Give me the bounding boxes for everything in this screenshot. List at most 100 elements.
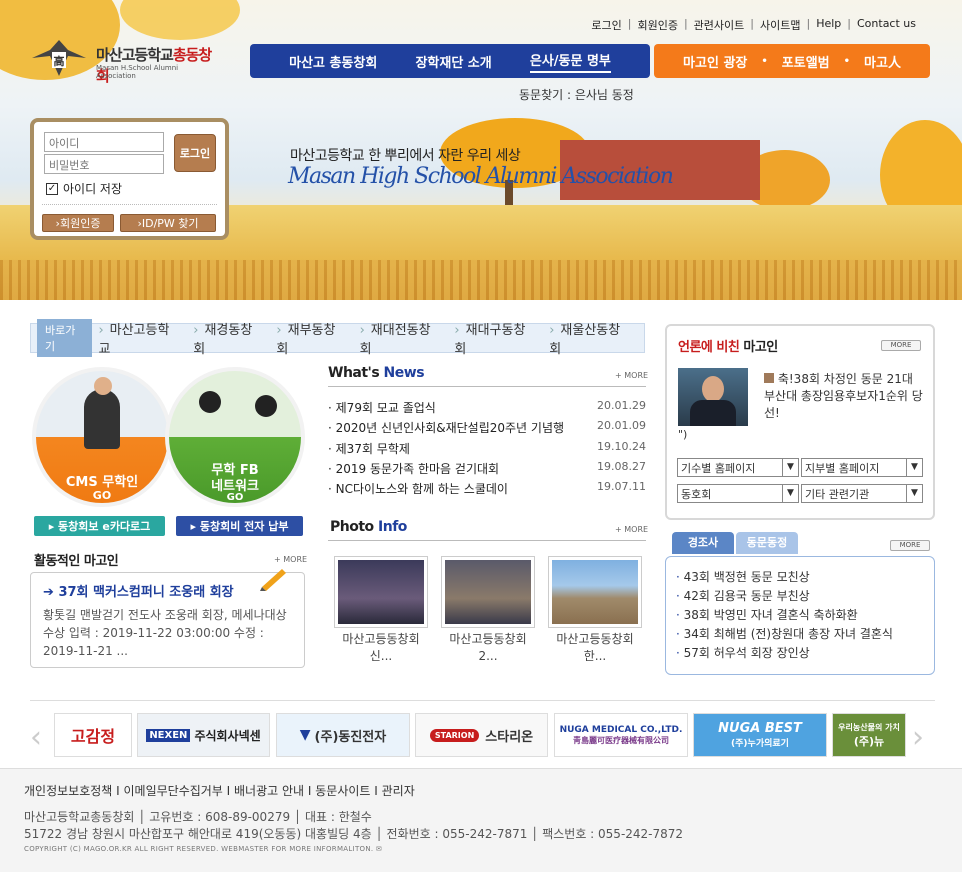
- chevron-left-icon[interactable]: ‹: [30, 720, 42, 755]
- news-item[interactable]: · 제37회 무학제 19.10.24: [328, 440, 646, 457]
- cohort-homepage-select[interactable]: 기수별 홈페이지 ▼: [677, 458, 799, 477]
- topnav-related-sites[interactable]: 관련사이트: [694, 17, 745, 33]
- press-headline[interactable]: 축!38회 차정인 동문 21대 부산대 총장임용후보자1순위 당선!: [764, 371, 924, 422]
- main-nav: 마산고 총동창회 장학재단 소개 은사/동문 명부: [250, 44, 650, 78]
- branch-homepage-select[interactable]: 지부별 홈페이지 ▼: [801, 458, 923, 477]
- event-item[interactable]: 38회 박영민 자녀 결혼식 축하화환: [676, 606, 858, 623]
- cms-muhak-circle[interactable]: CMS 무학인 GO: [32, 367, 172, 507]
- press-more-button[interactable]: MORE: [881, 340, 921, 351]
- sponsor-banner[interactable]: NEXEN 주식회사넥센: [137, 713, 270, 757]
- photo-thumbnail[interactable]: [548, 556, 642, 628]
- topnav-contact[interactable]: Contact us: [857, 17, 916, 33]
- nav-mago-people[interactable]: 마고人: [864, 52, 901, 71]
- topnav-login[interactable]: 로그인: [591, 17, 621, 33]
- play-icon: [764, 373, 774, 383]
- nav-photo-album[interactable]: 포토앨범: [782, 52, 830, 71]
- active-more-link[interactable]: + MORE: [274, 555, 307, 564]
- quick-link-daegu[interactable]: 재대구동창회: [454, 319, 535, 357]
- login-box: 아이디 비밀번호 로그인 ✓ 아이디 저장 › 회원인증 › ID/PW 찾기: [30, 118, 229, 240]
- divider: [30, 700, 935, 701]
- nav-separator: •: [843, 55, 851, 67]
- club-select[interactable]: 동호회 ▼: [677, 484, 799, 503]
- quick-links-bar: 바로가기 마산고등학교 재경동창회 재부동창회 재대전동창회 재대구동창회 재울…: [30, 319, 645, 357]
- autumn-tree-decoration: [120, 0, 240, 40]
- quick-link-ulsan[interactable]: 재울산동창회: [549, 319, 630, 357]
- fb-circle-go: GO: [226, 492, 244, 503]
- checkbox-checked-icon[interactable]: ✓: [46, 182, 58, 195]
- footer-info-1: 마산고등학교총동창회 │ 고유번호 : 608-89-00279 │ 대표 : …: [24, 810, 372, 824]
- sponsor-banner[interactable]: 고감정: [54, 713, 132, 757]
- event-item[interactable]: 57회 허우석 회장 장인상: [676, 644, 810, 661]
- news-more-link[interactable]: + MORE: [615, 371, 648, 380]
- quick-link-busan[interactable]: 재부동창회: [276, 319, 345, 357]
- news-item[interactable]: · NC다이노스와 함께 하는 스쿨데이 19.07.11: [328, 480, 646, 497]
- nav-teacher-alumni-directory[interactable]: 은사/동문 명부: [529, 50, 611, 73]
- news-item[interactable]: · 2019 동문가족 한마음 걷기대회 19.08.27: [328, 460, 646, 477]
- tab-alumni-news[interactable]: 동문동정: [736, 532, 798, 554]
- password-input[interactable]: 비밀번호: [44, 154, 164, 174]
- press-title: 언론에 비친 마고인: [678, 340, 778, 355]
- press-photo[interactable]: [678, 368, 748, 426]
- site-logo[interactable]: 高 마산고등학교총동창회 Masan H.School Alumni Assoc…: [30, 38, 220, 85]
- arrow-icon: ➔: [43, 585, 54, 600]
- news-item[interactable]: · 제79회 모교 졸업식 20.01.29: [328, 399, 646, 416]
- event-item[interactable]: 34회 최해범 (전)창원대 총장 자녀 결혼식: [676, 625, 893, 642]
- chevron-down-icon: ▼: [906, 485, 922, 502]
- divider: [42, 204, 217, 205]
- nav-alumni-association[interactable]: 마산고 총동창회: [289, 52, 377, 71]
- save-id-checkbox[interactable]: ✓ 아이디 저장: [46, 180, 122, 197]
- whats-news-title: What's News: [328, 365, 425, 381]
- events-more-button[interactable]: MORE: [890, 540, 930, 551]
- logo-subtitle: Masan H.School Alumni Association: [96, 64, 179, 80]
- sponsor-banner[interactable]: ▼ (주)동진전자: [276, 713, 410, 757]
- photo-info-title: Photo Info: [330, 519, 407, 535]
- ecatalog-button[interactable]: ▸ 동창회보 e카다로그: [34, 516, 165, 536]
- dongjin-logo-icon: ▼: [299, 727, 311, 743]
- chevron-down-icon: ▼: [782, 459, 798, 476]
- tab-condolence[interactable]: 경조사: [672, 532, 734, 554]
- sponsor-banner[interactable]: STARION 스타리온: [415, 713, 548, 757]
- photo-caption[interactable]: 마산고등동창회 한...: [545, 631, 645, 665]
- active-members-title: 활동적인 마고인: [34, 554, 119, 569]
- find-idpw-button[interactable]: › ID/PW 찾기: [120, 214, 216, 232]
- pencil-icon: [260, 569, 286, 591]
- related-org-select[interactable]: 기타 관련기관 ▼: [801, 484, 923, 503]
- mail-icon[interactable]: ✉: [376, 845, 382, 853]
- submenu-line[interactable]: 동문찾기 : 은사님 동정: [519, 86, 634, 103]
- footer-links[interactable]: 개인정보보호정책 I 이메일무단수집거부 I 배너광고 안내 I 동문사이트 I…: [24, 782, 415, 799]
- sponsor-banner[interactable]: NUGA BEST (주)누가의료기: [693, 713, 827, 757]
- photo-thumbnail[interactable]: [441, 556, 535, 628]
- event-item[interactable]: 42회 김용국 동문 부친상: [676, 587, 810, 604]
- topnav-sitemap[interactable]: 사이트맵: [760, 17, 800, 33]
- quick-link-school[interactable]: 마산고등학교: [98, 319, 179, 357]
- fee-payment-button[interactable]: ▸ 동창회비 전자 납부: [176, 516, 303, 536]
- id-input[interactable]: 아이디: [44, 132, 164, 152]
- photo-caption[interactable]: 마산고등동창회 2...: [438, 631, 538, 665]
- quick-links-label: 바로가기: [37, 319, 93, 357]
- grass-texture: [0, 260, 962, 300]
- active-headline[interactable]: ➔ 37회 맥커스컴퍼니 조웅래 회장: [43, 581, 292, 600]
- event-item[interactable]: 43회 백정현 동문 모친상: [676, 568, 810, 585]
- topnav-member-auth[interactable]: 회원인증: [637, 17, 677, 33]
- member-auth-button[interactable]: › 회원인증: [42, 214, 114, 232]
- fb-network-circle[interactable]: 무학 FB 네트워크 GO: [165, 367, 305, 507]
- photo-more-link[interactable]: + MORE: [615, 525, 648, 534]
- login-button[interactable]: 로그인: [174, 134, 216, 172]
- secondary-nav: 마고인 광장 • 포토앨범 • 마고人: [654, 44, 930, 78]
- chevron-down-icon: ▼: [906, 459, 922, 476]
- nav-scholarship-foundation[interactable]: 장학재단 소개: [415, 52, 491, 71]
- quick-link-daejeon[interactable]: 재대전동창회: [360, 319, 441, 357]
- news-item[interactable]: · 2020년 신년인사회&재단설립20주년 기념행 20.01.09: [328, 419, 646, 436]
- chevron-right-icon[interactable]: ›: [912, 720, 924, 755]
- topnav-help[interactable]: Help: [816, 17, 841, 33]
- active-member-card[interactable]: ➔ 37회 맥커스컴퍼니 조웅래 회장 황톳길 맨발걷기 전도사 조웅래 회장,…: [30, 569, 305, 668]
- quick-link-seoul[interactable]: 재경동창회: [193, 319, 262, 357]
- school-emblem-icon: 高: [32, 40, 86, 76]
- svg-text:高: 高: [54, 54, 65, 68]
- top-utility-nav: 로그인 | 회원인증 | 관련사이트 | 사이트맵 | Help | Contact us: [591, 17, 916, 33]
- sponsor-banner[interactable]: 우리농산물의 가치 (주)뉴: [832, 713, 906, 757]
- nav-mago-plaza[interactable]: 마고인 광장: [683, 52, 747, 71]
- photo-thumbnail[interactable]: [334, 556, 428, 628]
- photo-caption[interactable]: 마산고등동창회 신...: [331, 631, 431, 665]
- sponsor-banner[interactable]: NUGA MEDICAL CO.,LTD. 靑島麗可医疗器械有限公司: [554, 713, 688, 757]
